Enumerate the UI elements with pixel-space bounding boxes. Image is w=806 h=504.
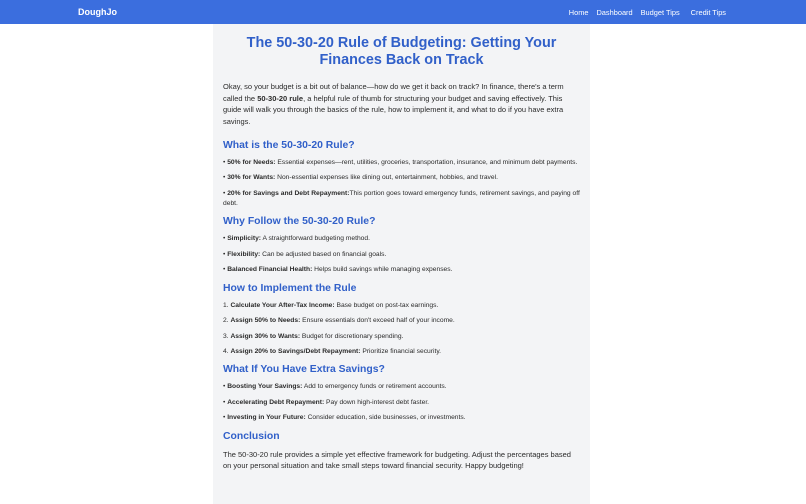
article-container: The 50-30-20 Rule of Budgeting: Getting …: [213, 24, 590, 504]
list-marker: •: [223, 383, 226, 391]
section-list: • Boosting Your Savings: Add to emergenc…: [223, 382, 580, 423]
list-item-text: Essential expenses—rent, utilities, groc…: [275, 158, 578, 166]
list-item-label: 20% for Savings and Debt Repayment:: [227, 189, 350, 197]
list-item-text: Consider education, side businesses, or …: [305, 414, 466, 422]
list-item-text: Prioritize financial security.: [360, 348, 442, 356]
section-heading: How to Implement the Rule: [223, 282, 357, 294]
list-marker: •: [223, 398, 226, 406]
list-item: • 30% for Wants: Non-essential expenses …: [223, 173, 580, 183]
list-marker: •: [223, 189, 226, 197]
list-item-label: 50% for Needs:: [227, 158, 276, 166]
list-marker: •: [223, 158, 226, 166]
list-item-label: Flexibility:: [227, 250, 261, 258]
list-item-text: Helps build savings while managing expen…: [312, 266, 453, 274]
list-marker: 4.: [223, 348, 229, 356]
section-heading: What is the 50-30-20 Rule?: [223, 139, 355, 151]
list-marker: •: [223, 414, 226, 422]
list-item-text: Ensure essentials don't exceed half of y…: [300, 317, 455, 325]
intro-paragraph: Okay, so your budget is a bit out of bal…: [223, 81, 580, 128]
list-item: • Accelerating Debt Repayment: Pay down …: [223, 398, 580, 408]
list-item: • Boosting Your Savings: Add to emergenc…: [223, 382, 580, 392]
list-item-label: Assign 20% to Savings/Debt Repayment:: [230, 348, 361, 356]
list-item: • Investing in Your Future: Consider edu…: [223, 413, 580, 423]
section-heading: What If You Have Extra Savings?: [223, 364, 385, 376]
list-item-label: Simplicity:: [227, 235, 262, 243]
list-item-label: Balanced Financial Health:: [227, 266, 313, 274]
section-heading-conclusion: Conclusion: [223, 430, 280, 442]
list-item: • Balanced Financial Health: Helps build…: [223, 265, 580, 275]
list-item: • 20% for Savings and Debt Repayment:Thi…: [223, 189, 580, 210]
section-list: • 50% for Needs: Essential expenses—rent…: [223, 158, 580, 210]
nav-links: Home Dashboard Budget Tips Credit Tips: [569, 8, 726, 17]
list-item-text: Add to emergency funds or retirement acc…: [302, 383, 447, 391]
list-item-text: Base budget on post-tax earnings.: [334, 301, 439, 309]
list-item-label: Boosting Your Savings:: [227, 383, 303, 391]
top-navbar: DoughJo Home Dashboard Budget Tips Credi…: [0, 0, 806, 24]
brand-logo[interactable]: DoughJo: [78, 7, 117, 17]
section-list: 1. Calculate Your After-Tax Income: Base…: [223, 301, 580, 358]
list-marker: •: [223, 174, 226, 182]
list-marker: •: [223, 235, 226, 243]
article-sections: What is the 50-30-20 Rule? • 50% for Need…: [223, 140, 580, 424]
conclusion-paragraph: The 50-30-20 rule provides a simple yet …: [223, 449, 571, 471]
list-item-label: Calculate Your After-Tax Income:: [230, 301, 335, 309]
nav-link-credit-tips[interactable]: Credit Tips: [691, 8, 726, 17]
list-marker: •: [223, 250, 226, 258]
list-item-label: Assign 30% to Wants:: [230, 332, 301, 340]
list-marker: 2.: [223, 317, 229, 325]
list-item-text: Pay down high-interest debt faster.: [324, 398, 430, 406]
list-item: • Simplicity: A straightforward budgetin…: [223, 234, 580, 244]
list-item: 4. Assign 20% to Savings/Debt Repayment:…: [223, 347, 580, 357]
list-item-text: A straightforward budgeting method.: [261, 235, 370, 243]
list-item: 2. Assign 50% to Needs: Ensure essential…: [223, 316, 580, 326]
list-marker: 3.: [223, 332, 229, 340]
list-item: • Flexibility: Can be adjusted based on …: [223, 250, 580, 260]
list-item-text: Non-essential expenses like dining out, …: [275, 174, 498, 182]
nav-link-home[interactable]: Home: [569, 8, 589, 17]
section-heading: Why Follow the 50-30-20 Rule?: [223, 216, 376, 228]
list-item: 3. Assign 30% to Wants: Budget for discr…: [223, 332, 580, 342]
page-title: The 50-30-20 Rule of Budgeting: Getting …: [246, 35, 557, 68]
intro-highlight: 50-30-20 rule: [257, 93, 304, 103]
list-marker: •: [223, 266, 226, 274]
list-item-text: Can be adjusted based on financial goals…: [260, 250, 387, 258]
section-list: • Simplicity: A straightforward budgetin…: [223, 234, 580, 275]
list-item-label: 30% for Wants:: [227, 174, 276, 182]
list-item-label: Accelerating Debt Repayment:: [227, 398, 325, 406]
list-item-text: Budget for discretionary spending.: [300, 332, 404, 340]
list-marker: 1.: [223, 301, 229, 309]
list-item-label: Investing in Your Future:: [227, 414, 306, 422]
nav-link-budget-tips[interactable]: Budget Tips: [641, 8, 680, 17]
nav-link-dashboard[interactable]: Dashboard: [596, 8, 632, 17]
list-item-label: Assign 50% to Needs:: [230, 317, 301, 325]
list-item: • 50% for Needs: Essential expenses—rent…: [223, 158, 580, 168]
list-item: 1. Calculate Your After-Tax Income: Base…: [223, 301, 580, 311]
